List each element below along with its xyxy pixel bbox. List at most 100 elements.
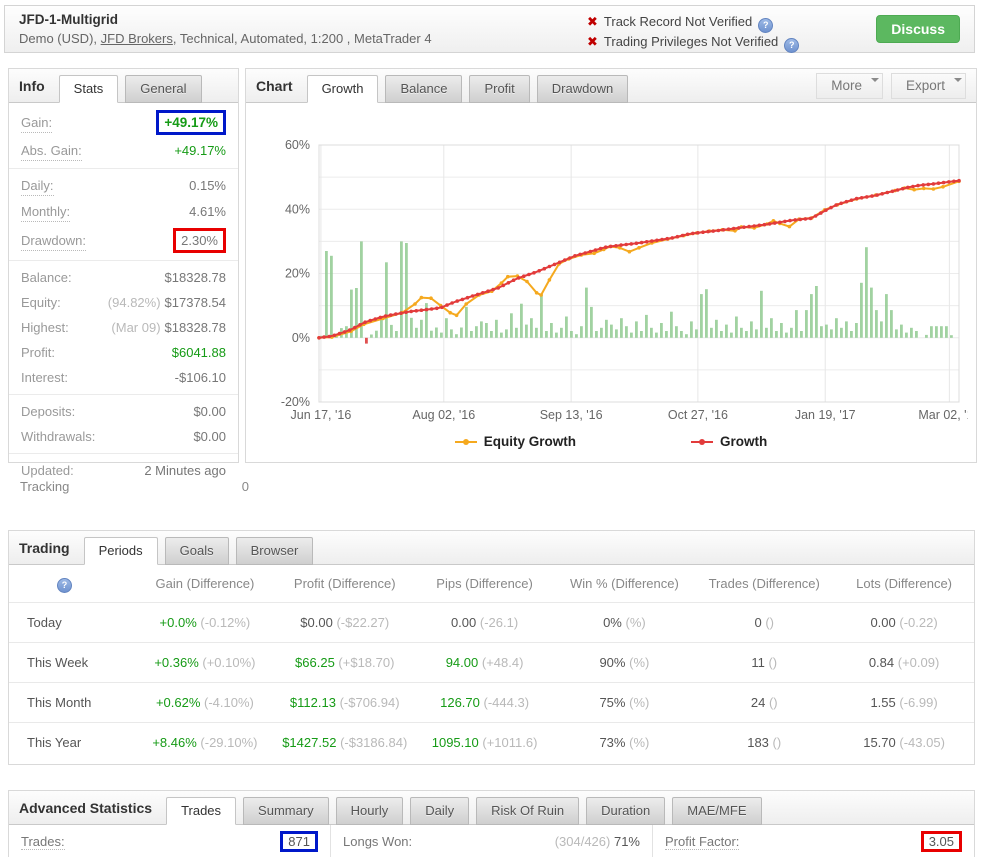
tracking-value: 0 <box>242 479 249 494</box>
periods-table: ? Gain (Difference) Profit (Difference) … <box>9 565 974 762</box>
table-row-today: Today +0.0% (-0.12%) $0.00 (-$22.27) 0.0… <box>9 603 974 643</box>
trades-highlight-box: 871 <box>280 831 318 852</box>
advanced-statistics-head: Advanced Statistics Trades Summary Hourl… <box>9 791 974 825</box>
gain-highlight-box: +49.17% <box>156 110 226 135</box>
trading-panel: Trading Periods Goals Browser ? Gain (Di… <box>8 530 975 765</box>
tab-growth[interactable]: Growth <box>307 75 379 103</box>
trades-stat-label[interactable]: Trades: <box>21 834 65 850</box>
equity-row: Equity: (94.82%)$17378.54 <box>9 290 238 315</box>
drawdown-label[interactable]: Drawdown: <box>21 231 86 251</box>
profit-factor-highlight-box: 3.05 <box>921 831 962 852</box>
trading-privileges-label: Trading Privileges Not Verified <box>604 34 778 49</box>
daily-label[interactable]: Daily: <box>21 176 54 196</box>
chart-panel-head: Chart Growth Balance Profit Drawdown Mor… <box>246 69 976 103</box>
tracking-label: Tracking <box>20 479 69 494</box>
tab-drawdown[interactable]: Drawdown <box>537 75 628 103</box>
not-verified-x-icon: ✖ <box>587 14 598 29</box>
svg-text:Sep 13, '16: Sep 13, '16 <box>540 408 603 422</box>
col-gain: Gain (Difference) <box>135 565 275 603</box>
svg-text:Oct 27, '16: Oct 27, '16 <box>668 408 728 422</box>
drawdown-row: Drawdown: 2.30% <box>9 225 238 256</box>
track-record-label: Track Record Not Verified <box>604 14 752 29</box>
svg-text:60%: 60% <box>285 138 310 152</box>
daily-row: Daily: 0.15% <box>9 173 238 199</box>
balance-value: $18328.78 <box>165 268 226 287</box>
tab-browser[interactable]: Browser <box>236 537 314 565</box>
svg-text:0%: 0% <box>292 331 310 345</box>
divider <box>9 168 238 169</box>
deposits-value: $0.00 <box>193 402 226 421</box>
tab-duration[interactable]: Duration <box>586 797 665 825</box>
verification-block: ✖ Track Record Not Verified? ✖Trading Pri… <box>587 12 799 52</box>
svg-text:Jan 19, '17: Jan 19, '17 <box>795 408 856 422</box>
interest-value: -$106.10 <box>175 368 226 387</box>
broker-link[interactable]: JFD Brokers <box>101 31 173 46</box>
discuss-button[interactable]: Discuss <box>876 15 960 43</box>
tab-periods[interactable]: Periods <box>84 537 158 565</box>
help-icon[interactable]: ? <box>57 578 72 593</box>
chart-panel: Chart Growth Balance Profit Drawdown Mor… <box>245 68 977 463</box>
longs-won-value: (304/426) 71% <box>555 834 640 849</box>
tab-daily[interactable]: Daily <box>410 797 469 825</box>
tab-stats[interactable]: Stats <box>59 75 119 103</box>
subtitle-prefix: Demo (USD), <box>19 31 101 46</box>
gain-label[interactable]: Gain: <box>21 113 52 133</box>
col-trades: Trades (Difference) <box>694 565 834 603</box>
growth-marker-icon <box>691 441 713 443</box>
tab-goals[interactable]: Goals <box>165 537 229 565</box>
tracking-row: Tracking 0 <box>8 479 261 494</box>
tab-hourly[interactable]: Hourly <box>336 797 404 825</box>
abs-gain-row: Abs. Gain: +49.17% <box>9 138 238 164</box>
chart-legend: Equity Growth Growth <box>246 434 976 449</box>
info-panel: Info Stats General Gain: +49.17% Abs. Ga… <box>8 68 239 463</box>
equity-growth-marker-icon <box>455 441 477 443</box>
account-subtitle: Demo (USD), JFD Brokers, Technical, Auto… <box>19 31 432 46</box>
monthly-label[interactable]: Monthly: <box>21 202 70 222</box>
tab-balance[interactable]: Balance <box>385 75 462 103</box>
legend-item-growth[interactable]: Growth <box>691 434 767 449</box>
interest-row: Interest: -$106.10 <box>9 365 238 390</box>
trades-stat-cell: Trades: 871 <box>9 825 330 857</box>
tab-trades[interactable]: Trades <box>166 797 236 825</box>
balance-row: Balance: $18328.78 <box>9 265 238 290</box>
withdrawals-value: $0.00 <box>193 427 226 446</box>
deposits-row: Deposits: $0.00 <box>9 399 238 424</box>
deposits-label: Deposits: <box>21 402 75 421</box>
help-icon[interactable]: ? <box>784 38 799 53</box>
table-row-this-week: This Week +0.36% (+0.10%) $66.25 (+$18.7… <box>9 643 974 683</box>
monthly-row: Monthly: 4.61% <box>9 199 238 225</box>
abs-gain-value: +49.17% <box>174 141 226 160</box>
tab-summary[interactable]: Summary <box>243 797 329 825</box>
updated-label: Updated: <box>21 461 74 480</box>
highest-date: (Mar 09) <box>111 320 160 335</box>
gain-value: +49.17% <box>164 115 218 130</box>
profit-factor-label[interactable]: Profit Factor: <box>665 834 739 850</box>
equity-label: Equity: <box>21 293 61 312</box>
tab-mae-mfe[interactable]: MAE/MFE <box>672 797 761 825</box>
tab-profit[interactable]: Profit <box>469 75 529 103</box>
trading-privileges-row: ✖Trading Privileges Not Verified? <box>587 32 799 52</box>
trading-panel-head: Trading Periods Goals Browser <box>9 531 974 565</box>
tab-risk-of-ruin[interactable]: Risk Of Ruin <box>476 797 579 825</box>
legend-item-equity-growth[interactable]: Equity Growth <box>455 434 576 449</box>
export-dropdown-button[interactable]: Export <box>891 73 966 99</box>
equity-value: (94.82%)$17378.54 <box>108 293 226 312</box>
more-dropdown-button[interactable]: More <box>816 73 883 99</box>
svg-text:-20%: -20% <box>281 395 310 409</box>
profit-factor-cell: Profit Factor: 3.05 <box>652 825 974 857</box>
profit-factor-value: 3.05 <box>929 834 954 849</box>
svg-text:Mar 02, '17: Mar 02, '17 <box>918 408 968 422</box>
updated-value: 2 Minutes ago <box>144 461 226 480</box>
divider <box>9 394 238 395</box>
divider <box>9 453 238 454</box>
equity-percent: (94.82%) <box>108 295 161 310</box>
abs-gain-label[interactable]: Abs. Gain: <box>21 141 82 161</box>
help-icon[interactable]: ? <box>758 18 773 33</box>
info-panel-title: Info <box>19 78 45 94</box>
monthly-value: 4.61% <box>189 202 226 221</box>
table-row-this-month: This Month +0.62% (-4.10%) $112.13 (-$70… <box>9 683 974 723</box>
profit-row: Profit: $6041.88 <box>9 340 238 365</box>
tab-general[interactable]: General <box>125 75 201 103</box>
legend-growth-label: Growth <box>720 434 767 449</box>
highest-row: Highest: (Mar 09)$18328.78 <box>9 315 238 340</box>
